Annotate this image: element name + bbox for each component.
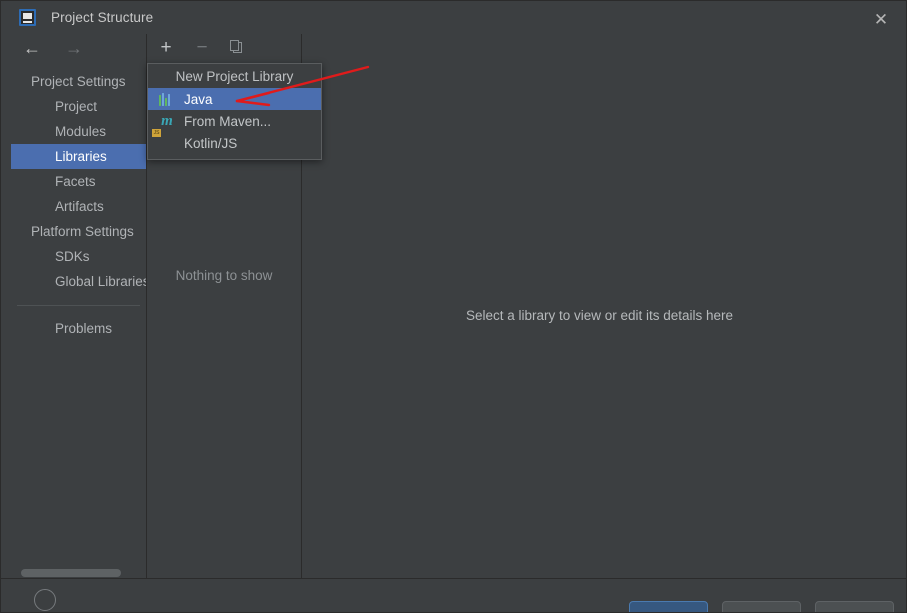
sidebar-item-libraries[interactable]: Libraries bbox=[11, 144, 146, 169]
forward-arrow-icon[interactable]: → bbox=[65, 39, 83, 57]
window-title: Project Structure bbox=[51, 10, 154, 25]
popup-item-label: Java bbox=[184, 91, 213, 107]
popup-item-kotlin-js[interactable]: Kotlin/JS bbox=[148, 132, 321, 154]
sidebar-item-sdks[interactable]: SDKs bbox=[11, 244, 146, 269]
popup-item-label: From Maven... bbox=[184, 113, 272, 129]
sidebar-group-platform-settings: Platform Settings bbox=[31, 224, 134, 239]
back-arrow-icon[interactable]: ← bbox=[23, 39, 41, 57]
scrollbar-thumb[interactable] bbox=[21, 569, 121, 577]
library-details-panel: Select a library to view or edit its det… bbox=[302, 34, 897, 581]
close-icon[interactable]: ✕ bbox=[864, 7, 898, 31]
apply-button[interactable] bbox=[815, 601, 894, 612]
navigation-bar: ← → bbox=[11, 34, 146, 61]
settings-tree: Project Settings Project Modules Librari… bbox=[11, 61, 146, 341]
sidebar-item-problems[interactable]: Problems bbox=[11, 316, 146, 341]
sidebar-group-project-settings: Project Settings bbox=[31, 74, 126, 89]
kotlin-js-icon bbox=[159, 135, 175, 151]
new-project-library-popup: New Project Library Java m From Maven...… bbox=[147, 63, 322, 160]
sidebar-horizontal-scrollbar[interactable] bbox=[21, 569, 146, 577]
maven-m-icon: m bbox=[161, 113, 173, 129]
sidebar-item-modules[interactable]: Modules bbox=[11, 119, 146, 144]
remove-library-button[interactable]: − bbox=[193, 38, 211, 57]
dialog-bottom-bar bbox=[1, 578, 906, 612]
sidebar-item-project[interactable]: Project bbox=[11, 94, 146, 119]
dialog-buttons bbox=[629, 601, 894, 612]
java-bars-icon bbox=[159, 92, 175, 106]
sidebar-divider bbox=[17, 305, 140, 306]
cancel-button[interactable] bbox=[722, 601, 801, 612]
ok-button[interactable] bbox=[629, 601, 708, 612]
popup-title: New Project Library bbox=[148, 64, 321, 88]
sidebar-item-facets[interactable]: Facets bbox=[11, 169, 146, 194]
title-bar: Project Structure ✕ bbox=[1, 1, 906, 34]
copy-library-icon[interactable] bbox=[229, 39, 247, 57]
empty-list-message: Nothing to show bbox=[175, 268, 273, 283]
sidebar-item-global-libraries[interactable]: Global Libraries bbox=[11, 269, 146, 294]
popup-item-label: Kotlin/JS bbox=[184, 135, 238, 151]
add-library-button[interactable]: + bbox=[157, 38, 175, 57]
popup-item-from-maven[interactable]: m From Maven... bbox=[148, 110, 321, 132]
sidebar-item-artifacts[interactable]: Artifacts bbox=[11, 194, 146, 219]
project-structure-dialog: Project Structure ✕ ← → Project Settings… bbox=[0, 0, 907, 613]
settings-sidebar: ← → Project Settings Project Modules Lib… bbox=[11, 34, 146, 581]
popup-item-java[interactable]: Java bbox=[148, 88, 321, 110]
help-circle-icon[interactable] bbox=[34, 589, 56, 611]
library-details-hint: Select a library to view or edit its det… bbox=[465, 308, 734, 323]
libraries-toolbar: + − bbox=[147, 34, 301, 61]
intellij-idea-icon bbox=[19, 9, 36, 26]
